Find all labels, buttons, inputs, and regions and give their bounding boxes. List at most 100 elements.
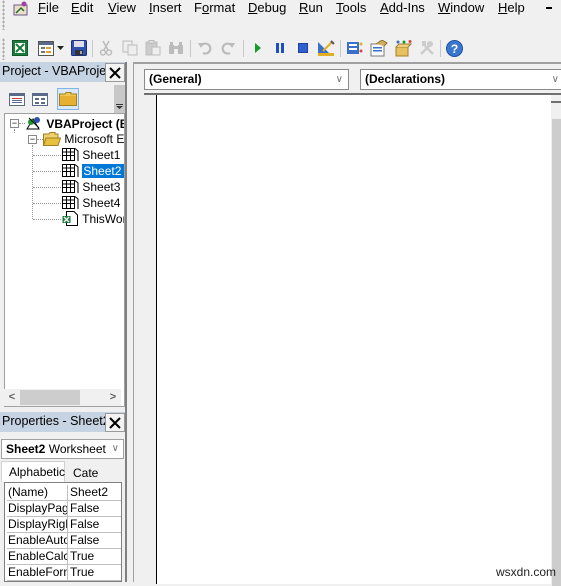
panel-splitter[interactable] [125,62,133,582]
menu-view[interactable]: View [108,0,136,16]
tree-node-label: Sheet2 ( [82,164,124,178]
menu-add-ins[interactable]: Add-Ins [380,0,425,16]
undo-button[interactable] [196,39,214,57]
toolbar-grip[interactable] [2,38,5,60]
property-name: EnableFormatConditionsCalculation [8,565,68,581]
toolbar-separator [190,40,191,57]
menu-insert[interactable]: Insert [149,0,182,16]
tree-node-sheet2[interactable]: Sheet2 ( [62,163,124,179]
property-row[interactable]: (Name) Sheet2 [7,485,121,501]
tree-connector [32,145,33,219]
menu-tools[interactable]: Tools [336,0,366,16]
tree-connector [33,203,61,204]
property-value[interactable]: False [70,533,99,548]
procedure-combo[interactable]: (Declarations) ∨ [360,69,561,90]
tab-alphabetic[interactable]: Alphabetic [1,461,65,482]
scroll-left-arrow-icon[interactable]: < [5,389,19,406]
properties-window-icon [370,39,388,56]
menu-file[interactable]: File [38,0,59,16]
tree-collapse-toggle[interactable]: − [28,135,37,144]
menu-debug[interactable]: Debug [248,0,286,16]
view-object-icon [32,92,48,106]
scroll-thumb[interactable] [20,390,80,405]
project-panel-titlebar: Project - VBAProject [0,62,125,82]
code-margin-indicator-bar[interactable] [144,95,157,584]
toggle-folders-button[interactable] [57,88,79,110]
break-button[interactable] [271,39,289,57]
paste-icon [145,40,161,56]
tab-categorized[interactable]: Cate [66,463,116,484]
view-object-button[interactable] [29,88,51,110]
reset-button[interactable] [294,39,312,57]
properties-grid: (Name) Sheet2 DisplayPageBreaks False Di… [4,482,122,582]
split-bar[interactable] [551,101,561,103]
tree-node-vbaproject[interactable]: VBAProject (B [25,115,124,131]
property-row[interactable]: EnableCalculation True [7,549,121,565]
toolbar-overflow-button[interactable] [114,85,125,113]
scroll-right-arrow-icon[interactable]: > [106,389,120,406]
help-button[interactable]: ? [445,39,463,57]
standard-toolbar: ? [0,36,561,61]
property-row[interactable]: DisplayRightToLeft False [7,517,121,533]
menu-bar: File Edit View Insert Format Debug Run Tools Add… [0,0,561,30]
tree-collapse-toggle[interactable]: − [10,119,19,128]
properties-panel-close-button[interactable] [105,413,125,432]
project-tree-hscrollbar[interactable]: < > [4,389,121,406]
tree-node-sheet1[interactable]: Sheet1 ( [62,147,125,163]
tree-node-sheet4[interactable]: Sheet4 ( [62,195,124,211]
vba-project-icon[interactable] [12,1,30,17]
tree-node-label: Sheet1 ( [82,148,125,162]
excel-icon [12,40,28,56]
tree-node-label: Sheet3 ( [82,180,125,194]
dropdown-arrow-icon [56,46,64,50]
project-explorer-button[interactable] [346,39,364,57]
save-button[interactable] [70,39,88,57]
menu-window[interactable]: Window [438,0,484,16]
menu-help[interactable]: Help [498,0,525,16]
run-button[interactable] [249,39,267,57]
toolbox-icon [420,41,434,55]
design-mode-button[interactable] [317,39,335,57]
property-value[interactable]: False [70,501,99,516]
menu-run[interactable]: Run [299,0,323,16]
object-type: Worksheet [48,442,106,456]
property-value[interactable]: Sheet2 [70,485,108,500]
paste-button[interactable] [144,39,162,57]
menu-format[interactable]: Format [194,0,235,16]
insert-userform-button[interactable] [37,39,55,57]
object-browser-button[interactable] [394,39,412,57]
view-code-button[interactable] [6,88,28,110]
project-panel-title: Project - VBAProject [2,64,105,78]
code-vscrollbar[interactable] [551,95,561,586]
object-combo[interactable]: (General) ∨ [144,69,349,90]
toolbox-button[interactable] [418,39,436,57]
insert-dropdown-button[interactable] [55,39,65,57]
tree-node-microsoft-excel-objects[interactable]: Microsoft Ex [42,131,124,147]
scroll-thumb[interactable] [552,119,561,586]
menu-edit[interactable]: Edit [71,0,93,16]
property-value[interactable]: False [70,517,99,532]
redo-button[interactable] [219,39,237,57]
tree-node-thisworkbook[interactable]: ThisWork [62,211,124,227]
property-row[interactable]: EnableFormatConditionsCalculation True [7,565,121,581]
find-button[interactable] [167,39,185,57]
tree-connector [33,219,61,220]
object-selector-dropdown[interactable]: Sheet2 Worksheet ∨ [1,439,124,459]
design-mode-icon [318,39,335,56]
save-icon [71,40,87,56]
copy-button[interactable] [121,39,139,57]
tree-node-sheet3[interactable]: Sheet3 ( [62,179,125,195]
property-row[interactable]: DisplayPageBreaks False [7,501,121,517]
cut-button[interactable] [97,39,115,57]
property-row[interactable]: EnableAutoFilter False [7,533,121,549]
property-value[interactable]: True [70,549,94,564]
view-excel-button[interactable] [11,39,29,57]
menubar-grip[interactable] [2,0,5,30]
property-value[interactable]: True [70,565,94,580]
properties-window-button[interactable] [370,39,388,57]
code-editor[interactable] [144,93,561,586]
view-code-icon [9,92,25,106]
minimize-button[interactable] [546,7,552,9]
project-panel-close-button[interactable] [105,63,125,82]
object-name: Sheet2 [6,442,46,456]
